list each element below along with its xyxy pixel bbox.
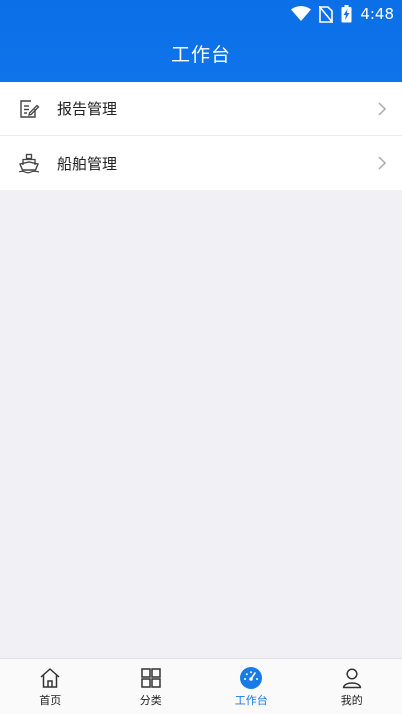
app-header: 4:48 工作台 [0, 0, 402, 82]
dashboard-icon [240, 667, 263, 689]
grid-icon [141, 668, 161, 688]
tab-label: 分类 [139, 694, 162, 707]
chevron-right-icon [378, 101, 387, 116]
status-bar: 4:48 [291, 4, 394, 24]
wifi-icon [291, 6, 312, 21]
menu-item-label: 报告管理 [57, 100, 118, 118]
page-title: 工作台 [170, 44, 231, 66]
tab-workbench[interactable]: 工作台 [201, 659, 302, 714]
tab-label: 首页 [39, 694, 62, 707]
edit-document-icon [18, 98, 40, 120]
menu-item-report-management[interactable]: 报告管理 [0, 82, 402, 136]
tab-category[interactable]: 分类 [101, 659, 202, 714]
bottom-tab-bar: 首页 分类 工作台 我的 [0, 658, 402, 714]
tab-home[interactable]: 首页 [0, 659, 101, 714]
chevron-right-icon [378, 156, 387, 170]
tab-label: 工作台 [234, 694, 268, 707]
menu-item-label: 船舶管理 [57, 154, 118, 173]
menu-item-ship-management[interactable]: 船舶管理 [0, 136, 402, 190]
home-icon [40, 668, 60, 688]
status-time: 4:48 [360, 5, 394, 23]
tab-profile[interactable]: 我的 [302, 659, 402, 714]
menu-list: 报告管理 船舶管理 [0, 82, 402, 190]
tab-label: 我的 [340, 694, 363, 707]
ship-icon [18, 152, 40, 174]
user-icon [342, 668, 361, 689]
battery-charging-icon [341, 5, 352, 23]
no-sim-icon [319, 5, 334, 23]
